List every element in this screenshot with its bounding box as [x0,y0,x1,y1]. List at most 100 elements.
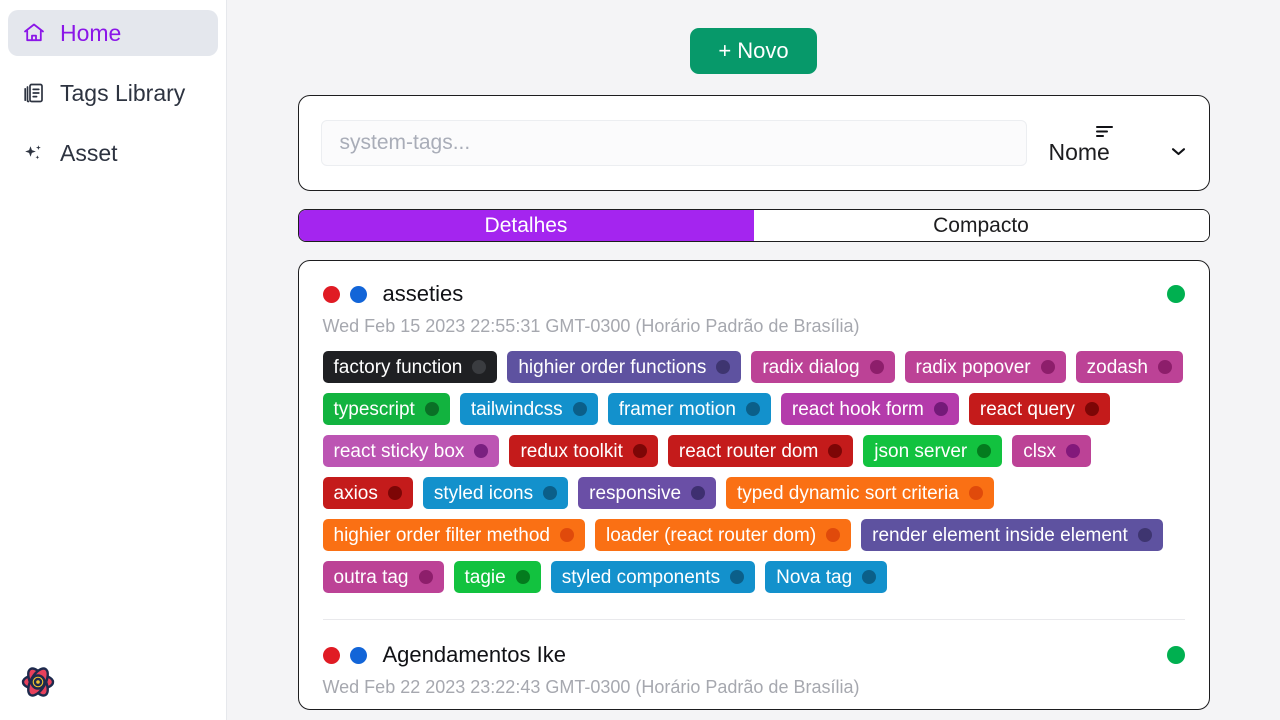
tag-label: highier order filter method [334,526,551,545]
tag-chip[interactable]: json server [863,435,1002,467]
tag-color-dot[interactable] [934,402,948,416]
home-icon [22,21,46,45]
asset-entry: asseties Wed Feb 15 2023 22:55:31 GMT-03… [323,283,1185,597]
marker-dot-red [323,647,340,664]
sort-control[interactable]: Nome [1037,123,1187,164]
sidebar: Home Tags Library Asset [0,0,227,720]
tag-chip[interactable]: tagie [454,561,541,593]
tag-label: render element inside element [872,526,1128,545]
app-root: Home Tags Library Asset [0,0,1280,720]
tag-label: typescript [334,400,415,419]
tab-detalhes[interactable]: Detalhes [299,210,754,241]
asset-header: asseties [323,283,1185,305]
search-input[interactable] [321,120,1027,166]
tag-color-dot[interactable] [1138,528,1152,542]
tag-chip[interactable]: zodash [1076,351,1183,383]
tag-color-dot[interactable] [870,360,884,374]
tag-label: clsx [1023,442,1056,461]
tag-color-dot[interactable] [560,528,574,542]
tag-chip[interactable]: styled components [551,561,755,593]
sort-select-value: Nome [1049,141,1110,164]
sidebar-item-home[interactable]: Home [8,10,218,56]
asset-entry: Agendamentos Ike Wed Feb 22 2023 23:22:4… [323,644,1185,710]
asset-list-panel: asseties Wed Feb 15 2023 22:55:31 GMT-03… [298,260,1210,710]
main-content: + Novo Nome [227,0,1280,720]
chevron-down-icon [1170,145,1187,160]
tag-color-dot[interactable] [573,402,587,416]
tag-label: radix dialog [762,358,859,377]
asset-date: Wed Feb 15 2023 22:55:31 GMT-0300 (Horár… [323,317,1185,335]
tag-color-dot[interactable] [862,570,876,584]
sort-select[interactable]: Nome [1049,141,1187,164]
tag-chip[interactable]: render element inside element [861,519,1163,551]
tag-chip[interactable]: outra tag [323,561,444,593]
tag-color-dot[interactable] [474,444,488,458]
tag-label: Nova tag [776,568,852,587]
tag-chip[interactable]: axios [323,477,413,509]
status-badge [1167,646,1185,664]
tag-chip[interactable]: styled icons [423,477,568,509]
tag-chip[interactable]: redux toolkit [509,435,657,467]
tag-color-dot[interactable] [472,360,486,374]
tag-chip[interactable]: Nova tag [765,561,887,593]
tag-color-dot[interactable] [977,444,991,458]
tag-color-dot[interactable] [1066,444,1080,458]
asset-title: asseties [383,283,464,305]
tab-compacto[interactable]: Compacto [754,210,1209,241]
tag-label: factory function [334,358,463,377]
tag-label: styled components [562,568,720,587]
tag-label: radix popover [916,358,1031,377]
tag-chip[interactable]: clsx [1012,435,1091,467]
tag-label: react query [980,400,1075,419]
tag-color-dot[interactable] [388,486,402,500]
tag-chip[interactable]: highier order filter method [323,519,586,551]
new-button[interactable]: + Novo [690,28,816,74]
tag-chip[interactable]: react query [969,393,1110,425]
tag-chip[interactable]: framer motion [608,393,771,425]
tag-color-dot[interactable] [1158,360,1172,374]
tag-chip[interactable]: responsive [578,477,716,509]
tag-chip[interactable]: radix popover [905,351,1066,383]
tag-chip[interactable]: tailwindcss [460,393,598,425]
tag-label: axios [334,484,378,503]
tag-chip[interactable]: react sticky box [323,435,500,467]
tag-chip[interactable]: react hook form [781,393,959,425]
tag-color-dot[interactable] [425,402,439,416]
tag-label: styled icons [434,484,533,503]
tag-color-dot[interactable] [633,444,647,458]
tag-label: responsive [589,484,681,503]
tag-chip[interactable]: radix dialog [751,351,894,383]
tag-label: tailwindcss [471,400,563,419]
tag-chip[interactable]: typescript [323,393,450,425]
tag-color-dot[interactable] [1041,360,1055,374]
tag-label: framer motion [619,400,736,419]
tag-color-dot[interactable] [746,402,760,416]
sidebar-item-asset[interactable]: Asset [8,130,218,176]
tag-color-dot[interactable] [730,570,744,584]
tag-color-dot[interactable] [516,570,530,584]
sidebar-item-label: Home [60,22,121,45]
tag-label: highier order functions [518,358,706,377]
sidebar-item-label: Tags Library [60,82,185,105]
tag-color-dot[interactable] [543,486,557,500]
tag-label: zodash [1087,358,1148,377]
tag-label: json server [874,442,967,461]
tag-color-dot[interactable] [826,528,840,542]
tag-color-dot[interactable] [828,444,842,458]
view-mode-tabs: Detalhes Compacto [298,209,1210,242]
asset-title: Agendamentos Ike [383,644,566,666]
tag-color-dot[interactable] [969,486,983,500]
tag-color-dot[interactable] [716,360,730,374]
tag-color-dot[interactable] [1085,402,1099,416]
tag-chip[interactable]: loader (react router dom) [595,519,851,551]
tag-chip[interactable]: highier order functions [507,351,741,383]
status-badge [1167,285,1185,303]
sort-descending-icon[interactable] [1049,123,1187,139]
tag-color-dot[interactable] [419,570,433,584]
tag-chip[interactable]: react router dom [668,435,853,467]
tag-color-dot[interactable] [691,486,705,500]
tag-chip[interactable]: typed dynamic sort criteria [726,477,994,509]
tag-label: redux toolkit [520,442,622,461]
sidebar-item-tags-library[interactable]: Tags Library [8,70,218,116]
tag-chip[interactable]: factory function [323,351,498,383]
